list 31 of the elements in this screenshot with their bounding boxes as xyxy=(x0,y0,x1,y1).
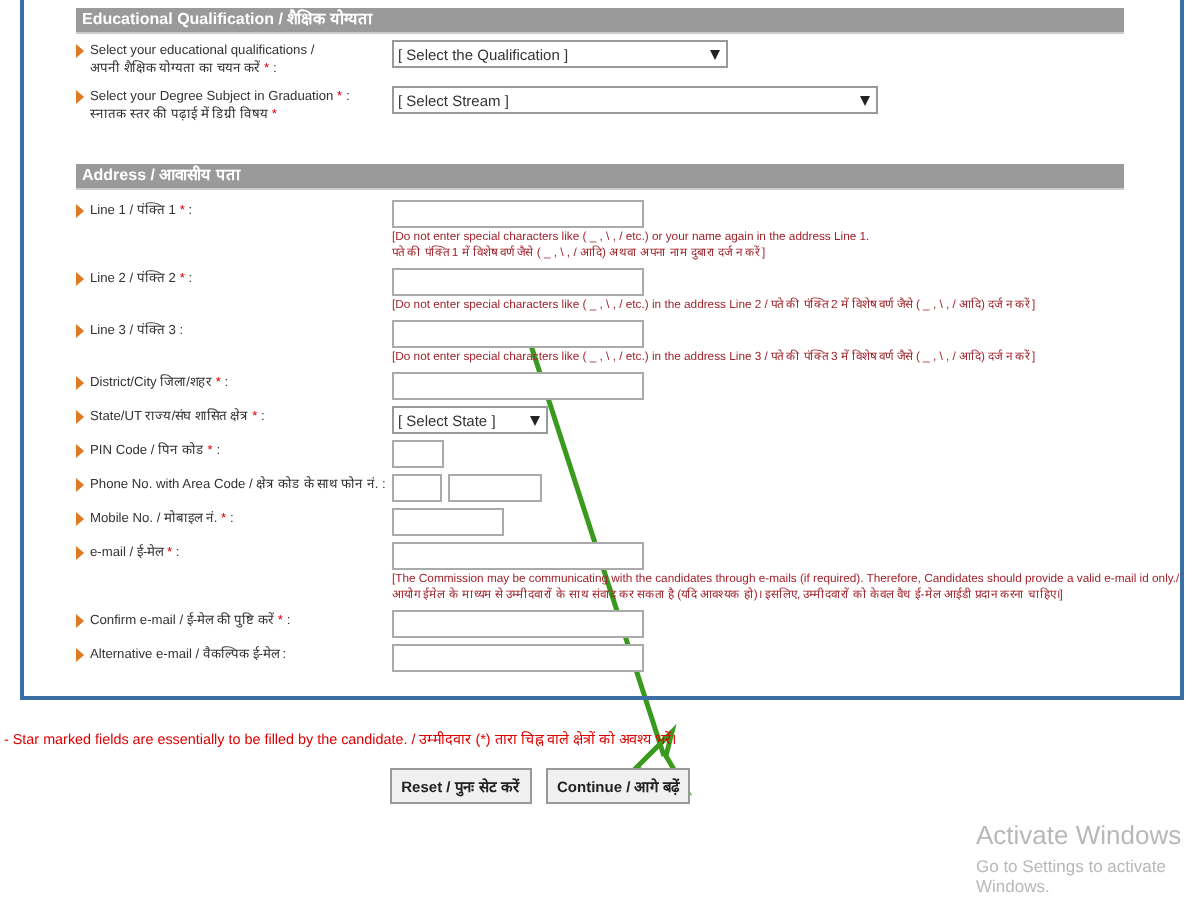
bullet-icon xyxy=(76,546,84,560)
bullet-icon xyxy=(76,614,84,628)
text-field[interactable] xyxy=(392,268,644,296)
caret-icon xyxy=(530,415,540,425)
bullet-icon xyxy=(76,44,84,58)
bullet-icon xyxy=(76,272,84,286)
bullet-icon xyxy=(76,376,84,390)
text-field[interactable] xyxy=(392,372,644,400)
section-header: Educational Qualification / शैक्षिक योग्यता xyxy=(76,8,1124,34)
text-field[interactable] xyxy=(392,200,644,228)
text-field[interactable] xyxy=(392,644,644,672)
section-header: Address / आवासीय पता xyxy=(76,164,1124,190)
area-code-field[interactable] xyxy=(392,474,442,502)
text-field[interactable] xyxy=(392,610,644,638)
bullet-icon xyxy=(76,410,84,424)
text-field[interactable] xyxy=(392,320,644,348)
bullet-icon xyxy=(76,512,84,526)
text-field[interactable] xyxy=(392,542,644,570)
bullet-icon xyxy=(76,648,84,662)
bullet-icon xyxy=(76,478,84,492)
activation-subtitle: Go to Settings to activate Windows. xyxy=(976,856,1168,896)
caret-icon xyxy=(860,95,870,105)
text-field[interactable] xyxy=(392,508,504,536)
bullet-icon xyxy=(76,324,84,338)
caret-icon xyxy=(710,49,720,59)
bullet-icon xyxy=(76,90,84,104)
activation-title: Activate Windows xyxy=(976,820,1184,850)
phone-field[interactable] xyxy=(448,474,542,502)
bullet-icon xyxy=(76,444,84,458)
text-field[interactable] xyxy=(392,440,444,468)
bullet-icon xyxy=(76,204,84,218)
